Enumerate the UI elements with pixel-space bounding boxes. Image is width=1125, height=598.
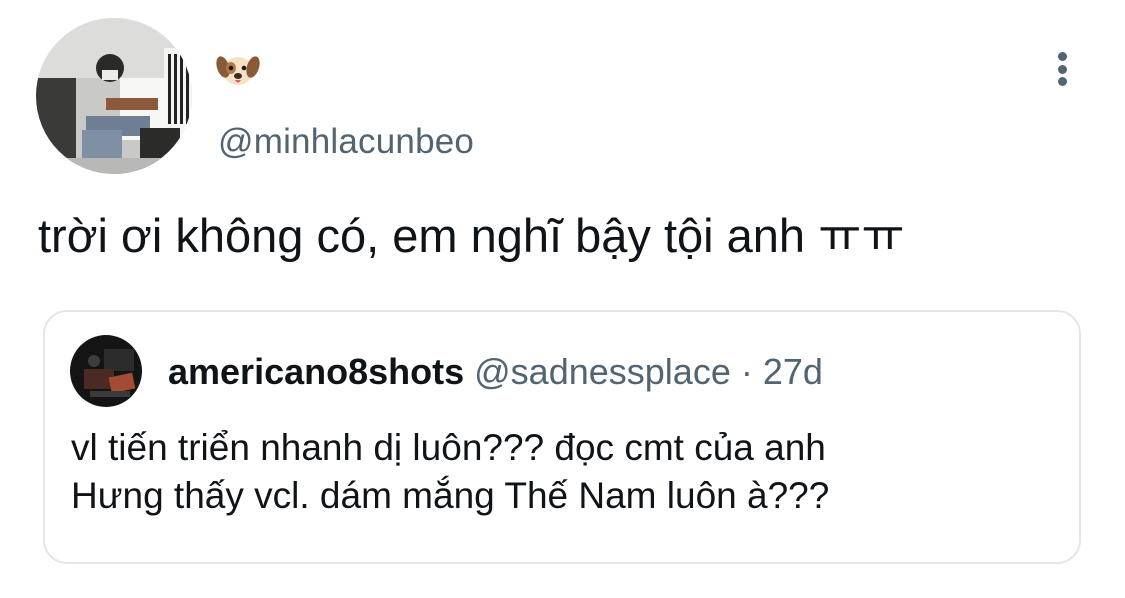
display-name-emoji	[216, 50, 260, 90]
quoted-tweet-card[interactable]: americano8shots @sadnessplace · 27d vl t…	[43, 310, 1081, 564]
meta-separator: ·	[740, 351, 753, 392]
quoted-author-avatar[interactable]	[70, 335, 142, 407]
avatar-photo-icon	[36, 18, 192, 174]
more-vertical-icon	[1057, 77, 1067, 86]
quoted-text-line: Hưng thấy vcl. dám mắng Thế Nam luôn à??…	[71, 475, 830, 516]
quoted-tweet-time[interactable]: 27d	[763, 351, 823, 392]
quoted-tweet-header: americano8shots @sadnessplace · 27d	[168, 350, 823, 394]
more-options-button[interactable]	[1044, 46, 1080, 92]
quoted-text-line: vl tiến triển nhanh dị luôn??? đọc cmt c…	[71, 427, 826, 468]
tweet-text: trời ơi không có, em nghĩ bậy tội anh ㅠㅠ	[38, 209, 905, 262]
quoted-author-handle[interactable]: @sadnessplace	[474, 351, 731, 392]
more-vertical-icon	[1057, 52, 1067, 61]
dog-face-icon	[216, 56, 260, 85]
quoted-avatar-photo-icon	[70, 335, 142, 407]
more-vertical-icon	[1057, 64, 1067, 74]
quoted-author-name[interactable]: americano8shots	[168, 351, 464, 392]
quoted-tweet-text: vl tiến triển nhanh dị luôn??? đọc cmt c…	[71, 424, 1051, 520]
author-avatar[interactable]	[36, 18, 192, 174]
author-handle[interactable]: @minhlacunbeo	[218, 122, 474, 162]
